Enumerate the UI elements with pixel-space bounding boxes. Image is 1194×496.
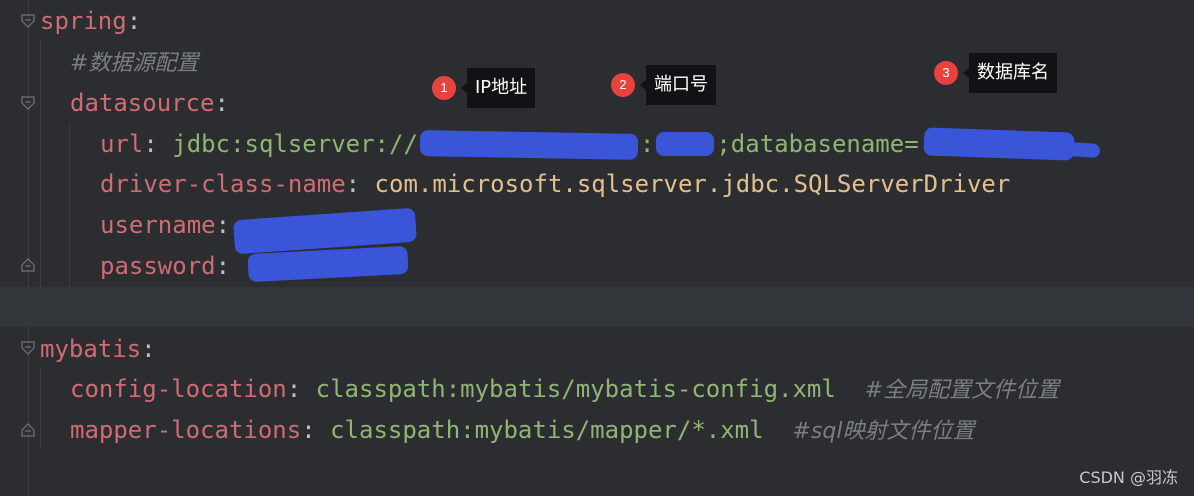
fold-end-icon[interactable]	[21, 258, 35, 272]
code-editor[interactable]: spring: #数据源配置 datasource: url: jdbc:sql…	[0, 0, 1194, 496]
fold-gutter	[28, 0, 29, 496]
yaml-key: password	[100, 252, 216, 280]
yaml-key: username	[100, 211, 216, 239]
driver-value: com.microsoft.sqlserver.jdbc.SQLServerDr…	[374, 170, 1011, 198]
yaml-comment: #sql映射文件位置	[792, 419, 975, 444]
yaml-comment: #全局配置文件位置	[864, 378, 1060, 403]
mapper-locations-value: classpath:mybatis/mapper/*.xml	[330, 416, 764, 444]
colon: :	[141, 335, 156, 363]
yaml-key: mapper-locations	[70, 416, 302, 444]
indent-guide	[40, 40, 41, 287]
yaml-key: mybatis	[40, 335, 142, 363]
colon: :	[126, 7, 142, 35]
code-line-username[interactable]: username:	[100, 205, 230, 245]
colon: :	[345, 170, 361, 198]
fold-end-icon[interactable]	[21, 423, 35, 437]
code-line-password[interactable]: password:	[100, 246, 230, 286]
watermark: CSDN @羽冻	[1079, 468, 1178, 487]
colon: :	[215, 211, 231, 239]
annotation-label: IP地址	[460, 68, 536, 108]
yaml-key: url	[100, 130, 144, 158]
annotation-label: 端口号	[640, 65, 716, 105]
code-line-mybatis[interactable]: mybatis:	[40, 329, 156, 369]
yaml-key: datasource	[70, 89, 215, 117]
indent-guide	[40, 368, 41, 448]
url-db-part: ;databasename=	[716, 130, 919, 158]
indent-guide	[69, 123, 70, 287]
yaml-key: config-location	[70, 375, 287, 403]
fold-collapse-icon[interactable]	[21, 341, 35, 355]
code-line-driver[interactable]: driver-class-name: com.microsoft.sqlserv…	[100, 164, 1010, 204]
url-prefix: jdbc:sqlserver://	[172, 130, 418, 158]
annotation-label: 数据库名	[963, 53, 1057, 93]
config-location-value: classpath:mybatis/mybatis-config.xml	[315, 375, 836, 403]
fold-collapse-icon[interactable]	[21, 96, 35, 110]
colon: :	[214, 89, 229, 117]
redaction-ip	[419, 130, 639, 160]
code-line-spring[interactable]: spring:	[40, 1, 141, 41]
code-line-datasource[interactable]: datasource:	[70, 83, 229, 123]
redaction-port	[656, 132, 714, 156]
annotation-badge: 1	[432, 76, 456, 100]
current-line-highlight	[0, 287, 1194, 327]
colon: :	[215, 252, 231, 280]
fold-collapse-icon[interactable]	[21, 14, 35, 28]
annotation-badge: 3	[934, 61, 958, 85]
colon: :	[143, 130, 158, 158]
url-port-separator: :	[639, 130, 655, 158]
colon: :	[301, 416, 316, 444]
yaml-comment: #数据源配置	[70, 51, 199, 76]
yaml-key: spring	[40, 7, 127, 35]
yaml-key: driver-class-name	[100, 170, 346, 198]
code-line-comment[interactable]: #数据源配置	[70, 42, 198, 82]
annotation-badge: 2	[611, 73, 635, 97]
colon: :	[286, 375, 302, 403]
code-line-mapper-locations[interactable]: mapper-locations: classpath:mybatis/mapp…	[70, 410, 974, 450]
code-line-config-location[interactable]: config-location: classpath:mybatis/mybat…	[70, 369, 1059, 409]
